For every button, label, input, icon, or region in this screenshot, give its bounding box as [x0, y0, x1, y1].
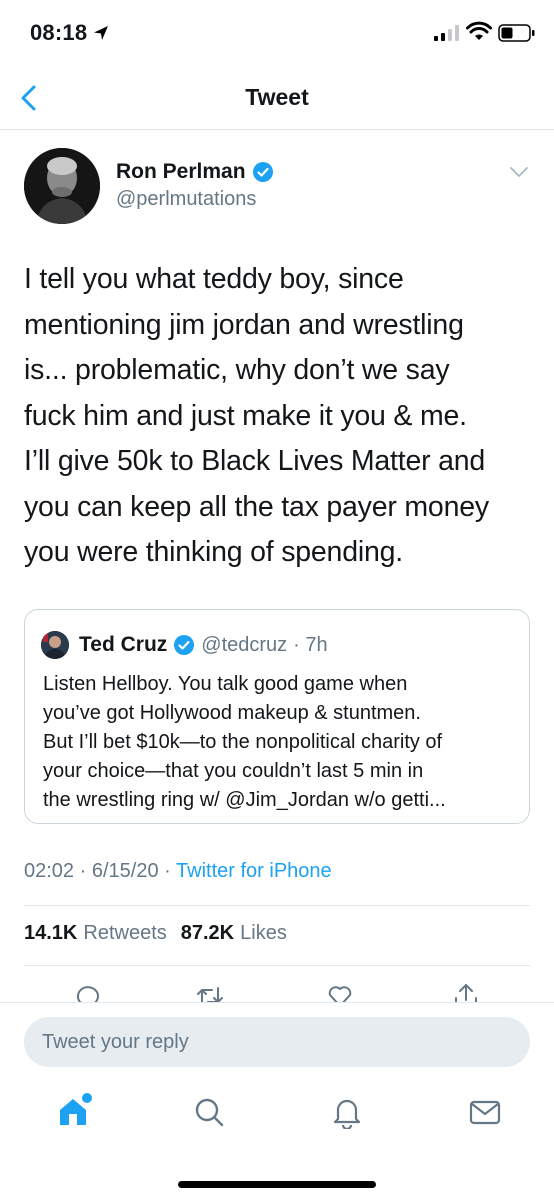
- tweet-text-line: mentioning jim jordan and wrestling: [24, 308, 464, 341]
- quoted-text-line: your choice—that you couldn’t last 5 min…: [43, 760, 424, 782]
- avatar[interactable]: [24, 148, 100, 224]
- quoted-text-line: you’ve got Hollywood makeup & stuntmen.: [43, 702, 421, 724]
- retweets-count: 14.1K: [24, 922, 78, 944]
- like-icon[interactable]: [326, 982, 354, 1002]
- quoted-text-line: Listen Hellboy. You talk good game when: [43, 673, 408, 695]
- quoted-author-handle: @tedcruz: [201, 633, 288, 656]
- author-name-text: Ron Perlman: [116, 160, 246, 183]
- quoted-avatar-image: [41, 631, 69, 659]
- quoted-tweet-time: · 7h: [293, 633, 328, 656]
- tweet-actions: [0, 970, 554, 1002]
- avatar-image: [24, 148, 100, 224]
- tweet-text-line: I’ll give 50k to Black Lives Matter and: [24, 445, 486, 477]
- tweet-date: 6/15/20: [91, 860, 159, 882]
- verified-badge-icon: [174, 635, 195, 655]
- messages-icon: [469, 1100, 501, 1125]
- tweet-text-line: is... problematic, why don’t we say: [24, 354, 450, 386]
- tweet-text-line: I tell you what teddy boy, since: [24, 263, 404, 295]
- reply-icon[interactable]: [74, 982, 102, 1002]
- divider: [24, 965, 530, 966]
- author-handle[interactable]: @perlmutations: [116, 188, 256, 211]
- author-name[interactable]: Ron Perlman: [116, 160, 274, 184]
- wifi-icon: [466, 21, 492, 40]
- likes-count: 87.2K: [180, 922, 235, 944]
- tweet-text-line: you were thinking of spending.: [24, 536, 404, 568]
- tweet-source-link[interactable]: Twitter for iPhone: [176, 860, 332, 882]
- tab-messages[interactable]: [468, 1095, 502, 1129]
- status-bar: 08:18: [0, 0, 554, 66]
- tab-home[interactable]: [56, 1093, 92, 1129]
- tab-notifications[interactable]: [330, 1095, 364, 1131]
- search-icon: [195, 1098, 224, 1127]
- quoted-text-line: the wrestling ring w/ @Jim_Jordan w/o ge…: [43, 789, 446, 811]
- reply-composer: [0, 1002, 554, 1200]
- quoted-tweet-header: Ted Cruz @tedcruz · 7h: [41, 631, 328, 659]
- tweet-meta: 02:02 · 6/15/20 · Twitter for iPhone: [24, 860, 332, 883]
- notification-dot: [82, 1093, 92, 1103]
- home-indicator: [178, 1181, 376, 1188]
- quoted-tweet[interactable]: Ted Cruz @tedcruz · 7h Listen Hellboy. Y…: [24, 609, 530, 824]
- retweets-label: Retweets: [83, 922, 167, 944]
- quoted-author-name: Ted Cruz: [79, 633, 168, 656]
- tab-search[interactable]: [192, 1095, 226, 1129]
- share-icon[interactable]: [452, 982, 480, 1002]
- likes-label: Likes: [240, 922, 287, 944]
- verified-badge-icon: [252, 162, 273, 182]
- page-title: Tweet: [245, 84, 309, 110]
- retweets-stat[interactable]: 14.1K Retweets: [24, 922, 167, 945]
- nav-bar: Tweet: [0, 66, 554, 130]
- tweet-text: I tell you what teddy boy, since mention…: [24, 257, 539, 576]
- tweet-text-line: fuck him and just make it you & me.: [24, 399, 467, 432]
- reply-input[interactable]: [24, 1017, 530, 1067]
- battery-icon: [498, 24, 535, 42]
- retweet-icon[interactable]: [196, 982, 224, 1002]
- location-arrow-icon: [94, 26, 108, 40]
- meta-separator: ·: [79, 860, 87, 882]
- likes-stat[interactable]: 87.2K Likes: [181, 922, 287, 945]
- tweet-time: 02:02: [24, 860, 75, 882]
- divider: [24, 905, 530, 906]
- tweet-stats: 14.1K Retweets 87.2K Likes: [24, 922, 293, 945]
- quoted-tweet-text: Listen Hellboy. You talk good game when …: [43, 670, 521, 815]
- signal-icon: [434, 25, 459, 41]
- quoted-avatar: [41, 631, 69, 659]
- quoted-text-line: But I’ll bet $10k—to the nonpolitical ch…: [43, 731, 443, 753]
- tweet-text-line: you can keep all the tax payer money: [24, 490, 489, 523]
- tweet-author: Ron Perlman @perlmutations: [24, 148, 534, 228]
- status-time: 08:18: [30, 20, 88, 45]
- meta-separator: ·: [164, 860, 171, 882]
- notifications-icon: [333, 1099, 361, 1131]
- chevron-down-icon[interactable]: [508, 164, 530, 180]
